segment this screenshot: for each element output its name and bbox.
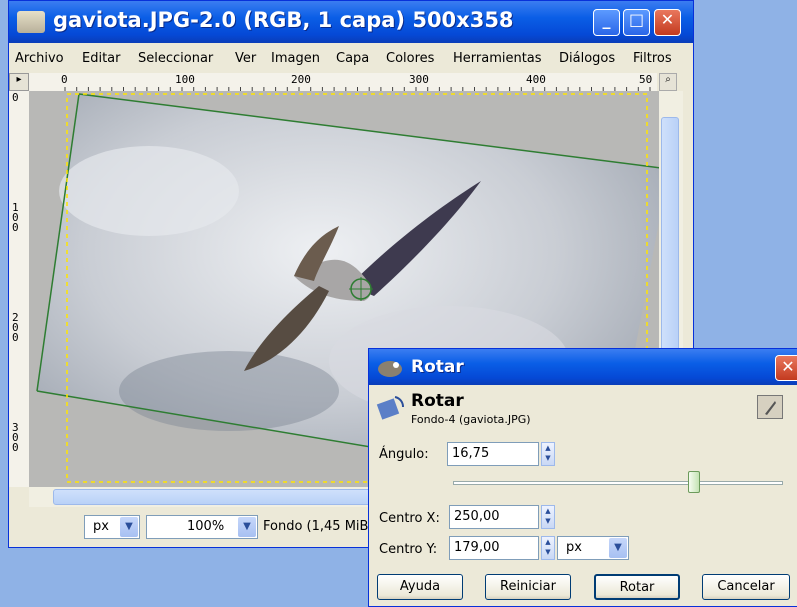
center-x-spin-button[interactable]: ▲ ▼: [541, 505, 555, 529]
unit-select-value: px: [93, 519, 109, 534]
rotate-dialog: Rotar ✕ Rotar Fondo-4 (gaviota.JPG) Ángu…: [368, 348, 797, 607]
gimp-wilber-icon: [378, 361, 402, 377]
center-y-input[interactable]: 179,00: [449, 536, 539, 560]
menu-filtros[interactable]: Filtros: [633, 51, 672, 66]
close-button[interactable]: ✕: [654, 9, 681, 36]
center-unit-select[interactable]: px ▼: [557, 536, 629, 560]
cloud: [59, 146, 239, 236]
ruler-label: 100: [175, 73, 195, 86]
dialog-title: Rotar: [411, 357, 464, 377]
zoom-to-window-icon[interactable]: ⌕: [659, 73, 677, 91]
menu-dialogos[interactable]: Diálogos: [559, 51, 615, 66]
angle-slider[interactable]: [453, 481, 783, 485]
menu-archivo[interactable]: Archivo: [15, 51, 64, 66]
gimp-app-icon: [17, 11, 45, 33]
chevron-down-icon: ▼: [238, 517, 256, 537]
ruler-ticks: [64, 87, 651, 91]
menu-imagen[interactable]: Imagen: [271, 51, 320, 66]
horizontal-ruler: 0 100 200 300 400 50: [29, 73, 657, 92]
ruler-label: 300: [409, 73, 429, 86]
menu-ver[interactable]: Ver: [235, 51, 256, 66]
minimize-button[interactable]: _: [593, 9, 620, 36]
angle-spin-button[interactable]: ▲ ▼: [541, 442, 555, 466]
menu-editar[interactable]: Editar: [82, 51, 121, 66]
help-button[interactable]: Ayuda: [377, 574, 463, 600]
cloud-shadow: [119, 351, 339, 431]
minimize-icon: _: [602, 10, 611, 29]
unit-select[interactable]: px ▼: [84, 515, 140, 539]
dialog-header: Rotar: [411, 391, 464, 411]
ruler-label: 200: [12, 311, 19, 344]
dialog-subheader: Fondo-4 (gaviota.JPG): [411, 413, 531, 426]
menu-herramientas[interactable]: Herramientas: [453, 51, 542, 66]
zoom-select-value: 100%: [187, 519, 225, 534]
ruler-label: 0: [12, 91, 19, 104]
zoom-select[interactable]: 100% ▼: [146, 515, 258, 539]
dialog-close-button[interactable]: ✕: [775, 355, 797, 381]
angle-input[interactable]: 16,75: [447, 442, 539, 466]
ruler-label: 0: [61, 73, 68, 86]
close-icon: ✕: [660, 10, 675, 29]
menu-bar: Archivo Editar Seleccionar Ver Imagen Ca…: [9, 43, 693, 73]
menu-seleccionar[interactable]: Seleccionar: [138, 51, 213, 66]
rotate-button[interactable]: Rotar: [594, 574, 680, 600]
title-bar[interactable]: gaviota.JPG-2.0 (RGB, 1 capa) 500x358 _ …: [9, 1, 693, 43]
maximize-icon: □: [628, 10, 645, 29]
center-y-spin-button[interactable]: ▲ ▼: [541, 536, 555, 560]
ruler-label: 300: [12, 421, 19, 454]
rotate-tool-icon: [376, 396, 405, 420]
window-title: gaviota.JPG-2.0 (RGB, 1 capa) 500x358: [53, 8, 514, 32]
layer-status-text: Fondo (1,45 MiB: [263, 519, 369, 534]
chevron-down-icon: ▼: [120, 517, 138, 537]
ruler-label: 400: [526, 73, 546, 86]
ruler-label: 200: [291, 73, 311, 86]
close-icon: ✕: [781, 357, 795, 376]
center-x-input[interactable]: 250,00: [449, 505, 539, 529]
menu-colores[interactable]: Colores: [386, 51, 434, 66]
layer-thumbnail-icon: [757, 395, 783, 419]
quick-mask-toggle[interactable]: ▸: [9, 73, 29, 91]
center-unit-value: px: [566, 540, 582, 555]
menu-capa[interactable]: Capa: [336, 51, 369, 66]
ruler-label: 50: [639, 73, 653, 86]
chevron-down-icon: ▼: [609, 538, 627, 558]
cancel-button[interactable]: Cancelar: [702, 574, 790, 600]
angle-slider-thumb[interactable]: [687, 471, 700, 493]
maximize-button[interactable]: □: [623, 9, 650, 36]
reset-button[interactable]: Reiniciar: [485, 574, 571, 600]
ruler-label: 100: [12, 201, 19, 234]
dialog-title-bar[interactable]: Rotar ✕: [369, 349, 797, 385]
angle-label: Ángulo:: [379, 447, 429, 462]
vertical-ruler: 0 100 200 300: [9, 91, 30, 487]
center-y-label: Centro Y:: [379, 542, 438, 557]
center-x-label: Centro X:: [379, 511, 440, 526]
